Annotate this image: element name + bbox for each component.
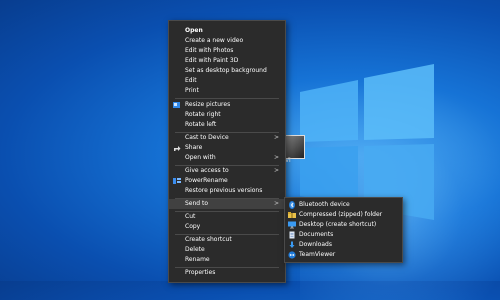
menu-item-delete[interactable]: Delete: [169, 245, 285, 255]
submenu-item-label: Downloads: [299, 241, 332, 248]
menu-item-label: Give access to: [185, 167, 229, 174]
menu-item-restore-previous-versions[interactable]: Restore previous versions: [169, 186, 285, 196]
menu-item-label: Open: [185, 27, 203, 34]
menu-item-edit-with-photos[interactable]: Edit with Photos: [169, 46, 285, 56]
menu-item-open-with[interactable]: Open with >: [169, 153, 285, 163]
menu-item-rotate-right[interactable]: Rotate right: [169, 110, 285, 120]
menu-item-powerrename[interactable]: PowerRename: [169, 176, 285, 186]
resize-pictures-icon: [173, 101, 181, 109]
menu-item-label: Print: [185, 87, 199, 94]
send-to-teamviewer[interactable]: TeamViewer: [285, 250, 402, 260]
chevron-right-icon: >: [273, 154, 279, 161]
menu-item-label: Create a new video: [185, 37, 244, 44]
submenu-item-label: Documents: [299, 231, 334, 238]
context-menu: Open Create a new video Edit with Photos…: [168, 20, 286, 283]
menu-item-label: Delete: [185, 246, 205, 253]
submenu-item-label: Compressed (zipped) folder: [299, 211, 383, 218]
teamviewer-icon: [288, 251, 296, 259]
menu-item-label: Properties: [185, 269, 216, 276]
menu-item-label: Restore previous versions: [185, 187, 263, 194]
send-to-bluetooth-device[interactable]: Bluetooth device: [285, 200, 402, 210]
send-to-desktop-shortcut[interactable]: Desktop (create shortcut): [285, 220, 402, 230]
submenu-item-label: Bluetooth device: [299, 201, 350, 208]
menu-item-label: PowerRename: [185, 177, 228, 184]
menu-item-edit-with-paint-3d[interactable]: Edit with Paint 3D: [169, 56, 285, 66]
send-to-submenu: Bluetooth device Compressed (zipped) fol…: [284, 197, 403, 263]
menu-item-label: Set as desktop background: [185, 67, 267, 74]
menu-item-label: Create shortcut: [185, 236, 232, 243]
menu-item-create-shortcut[interactable]: Create shortcut: [169, 235, 285, 245]
desktop-icon: [288, 221, 296, 229]
powerrename-icon: [173, 177, 181, 185]
menu-separator: [175, 98, 279, 99]
menu-item-label: Edit: [185, 77, 197, 84]
selected-file-icon[interactable]: [283, 135, 305, 159]
menu-item-resize-pictures[interactable]: Resize pictures: [169, 100, 285, 110]
menu-item-label: Cast to Device: [185, 134, 229, 141]
menu-item-label: Edit with Photos: [185, 47, 234, 54]
menu-item-cut[interactable]: Cut: [169, 212, 285, 222]
chevron-right-icon: >: [273, 200, 279, 207]
send-to-documents[interactable]: Documents: [285, 230, 402, 240]
menu-item-label: Rotate left: [185, 121, 217, 128]
menu-item-give-access-to[interactable]: Give access to >: [169, 166, 285, 176]
menu-item-copy[interactable]: Copy: [169, 222, 285, 232]
menu-item-set-desktop-background[interactable]: Set as desktop background: [169, 66, 285, 76]
submenu-item-label: Desktop (create shortcut): [299, 221, 377, 228]
menu-item-label: Copy: [185, 223, 201, 230]
submenu-item-label: TeamViewer: [299, 251, 336, 258]
menu-item-create-video[interactable]: Create a new video: [169, 36, 285, 46]
menu-item-print[interactable]: Print: [169, 86, 285, 96]
menu-item-label: Resize pictures: [185, 101, 231, 108]
menu-item-rename[interactable]: Rename: [169, 255, 285, 265]
menu-item-label: Cut: [185, 213, 196, 220]
chevron-right-icon: >: [273, 134, 279, 141]
menu-item-label: Share: [185, 144, 203, 151]
bluetooth-icon: [288, 201, 296, 209]
menu-item-label: Rename: [185, 256, 210, 263]
downloads-icon: [288, 241, 296, 249]
menu-item-rotate-left[interactable]: Rotate left: [169, 120, 285, 130]
documents-icon: [288, 231, 296, 239]
menu-item-label: Open with: [185, 154, 216, 161]
menu-item-share[interactable]: Share: [169, 143, 285, 153]
menu-item-label: Send to: [185, 200, 209, 207]
zip-folder-icon: [288, 211, 296, 219]
menu-item-open[interactable]: Open: [169, 26, 285, 36]
share-icon: [173, 144, 181, 152]
send-to-downloads[interactable]: Downloads: [285, 240, 402, 250]
menu-item-label: Rotate right: [185, 111, 221, 118]
send-to-compressed-folder[interactable]: Compressed (zipped) folder: [285, 210, 402, 220]
menu-item-cast-to-device[interactable]: Cast to Device >: [169, 133, 285, 143]
menu-item-label: Edit with Paint 3D: [185, 57, 239, 64]
chevron-right-icon: >: [273, 167, 279, 174]
menu-item-properties[interactable]: Properties: [169, 268, 285, 278]
menu-item-send-to[interactable]: Send to >: [169, 199, 285, 209]
menu-item-edit[interactable]: Edit: [169, 76, 285, 86]
